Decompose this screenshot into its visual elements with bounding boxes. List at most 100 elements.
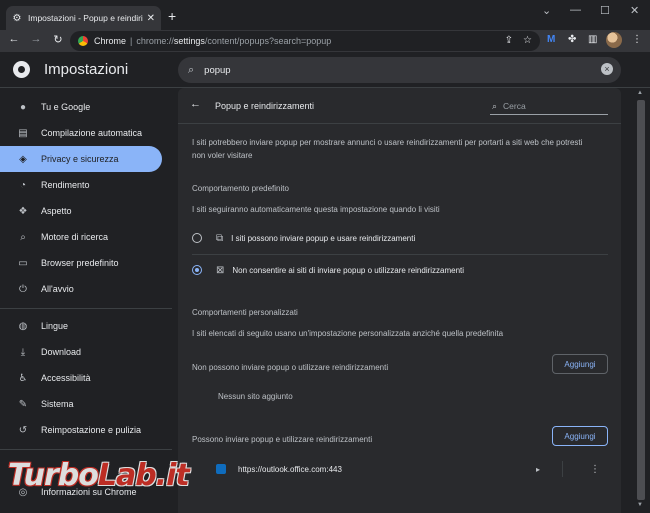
page-scrollbar[interactable]: ▲ ▼ [634,88,648,513]
bookmark-star-icon[interactable]: ☆ [523,35,532,46]
toolbar: ← → ↻ Chrome | chrome://settings/content… [0,30,650,52]
speedometer-icon: ◔ [19,179,27,191]
forward-icon[interactable]: → [28,33,44,45]
sidebar-item-privacy[interactable]: ◈ Privacy e sicurezza [0,146,162,172]
person-icon: ● [19,101,27,113]
sidebar-item-download[interactable]: ⤓ Download [0,339,162,365]
clear-search-icon[interactable]: × [601,63,613,75]
popup-settings-card: ← Popup e reindirizzamenti ⌕ Cerca I sit… [178,88,621,513]
omnibox-host: Chrome [94,36,127,46]
option-allow-label: I siti possono inviare popup e usare rei… [231,233,416,243]
sidebar-item-label: Aspetto [41,206,72,216]
chrome-icon [78,36,88,46]
default-behavior-heading: Comportamento predefinito [192,184,289,193]
open-in-new-icon: ⧉ [216,232,224,244]
custom-behavior-heading: Comportamenti personalizzati [192,308,298,317]
sidebar-item-browser-predefinito[interactable]: ▭ Browser predefinito [0,250,162,276]
sidebar-item-avvio[interactable]: ⏻ All'avvio [0,276,162,302]
sidebar-item-label: Sistema [41,399,74,409]
reload-icon[interactable]: ↻ [50,33,66,46]
avatar[interactable] [606,32,622,48]
side-panel-icon[interactable]: ▥ [588,34,597,45]
sidebar-item-label: Reimpostazione e pulizia [41,425,142,435]
gear-icon: ⚙ [12,12,22,24]
sidebar-item-label: Download [41,347,82,357]
menu-icon[interactable]: ⋮ [632,34,642,45]
wrench-icon: ✎ [18,398,28,410]
sidebar-item-aspetto[interactable]: ❖ Aspetto [0,198,162,224]
globe-icon: ◍ [18,320,28,332]
sidebar-item-label: Lingue [41,321,69,331]
sidebar-item-accessibilita[interactable]: ♿ Accessibilità [0,365,162,391]
scroll-up-icon[interactable]: ▲ [637,90,643,96]
chevron-right-icon[interactable]: ▸ [536,465,540,474]
sidebar: ● Tu e Google ▤ Compilazione automatica ◈ P… [0,88,172,513]
minimize-icon[interactable]: — [570,4,581,16]
omnibox-separator: | [130,36,133,46]
allowed-sites-label: Possono inviare popup e utilizzare reind… [192,435,373,444]
add-allowed-site-button[interactable]: Aggiungi [552,426,608,446]
share-icon[interactable]: ⇪ [505,35,513,46]
title-bar: ⚙ Impostazioni - Popup e reindirizzament… [0,0,650,30]
chrome-logo-icon [13,61,30,78]
blocked-empty-text: Nessun sito aggiunto [218,392,293,401]
add-blocked-site-button[interactable]: Aggiungi [552,354,608,374]
custom-behavior-desc: I siti elencati di seguito usano un'impo… [192,329,504,338]
sidebar-item-rendimento[interactable]: ◔ Rendimento [0,172,162,198]
maximize-icon[interactable]: ☐ [600,4,610,17]
sidebar-item-motore-ricerca[interactable]: ⌕ Motore di ricerca [0,224,162,250]
scroll-down-icon[interactable]: ▼ [637,502,643,508]
sidebar-item-label: Accessibilità [41,373,91,383]
reset-icon: ↺ [18,424,28,436]
tab-search-icon[interactable]: ⌄ [542,4,551,17]
back-icon[interactable]: ← [6,33,22,45]
palette-icon: ❖ [18,205,28,217]
tab-close-icon[interactable]: ✕ [147,13,155,24]
extension-m-icon[interactable]: M [547,34,555,45]
sidebar-item-tu-e-google[interactable]: ● Tu e Google [0,94,162,120]
radio-allow[interactable] [192,233,202,243]
sidebar-item-compilazione[interactable]: ▤ Compilazione automatica [0,120,162,146]
sidebar-item-label: Compilazione automatica [41,128,143,138]
sidebar-item-label: Privacy e sicurezza [41,154,119,164]
search-input[interactable]: popup [204,65,230,76]
radio-block[interactable] [192,265,202,275]
sidebar-item-sistema[interactable]: ✎ Sistema [0,391,162,417]
page-title: Impostazioni [44,61,129,78]
intro-line: I siti potrebbero inviare popup per most… [192,138,583,147]
clipboard-icon: ▤ [18,127,28,139]
sidebar-item-label: Rendimento [41,180,90,190]
watermark-part2: Lab.it [97,458,190,493]
close-window-icon[interactable]: ✕ [630,4,639,17]
option-block-popups[interactable]: ⊠ Non consentire ai siti di inviare popu… [192,255,608,285]
outlook-icon [216,464,226,474]
new-tab-button[interactable]: + [168,8,176,24]
card-header: ← Popup e reindirizzamenti ⌕ Cerca [178,88,621,124]
omnibox-path-bold: settings [173,36,205,46]
card-search-input[interactable]: ⌕ Cerca [490,98,608,115]
settings-search[interactable]: ⌕ popup × [178,57,621,83]
sidebar-item-label: Motore di ricerca [41,232,109,242]
omnibox-url: chrome://settings/content/popups?search=… [136,36,331,46]
tab-title: Impostazioni - Popup e reindirizzamenti [28,13,143,23]
sidebar-item-label: All'avvio [41,284,74,294]
back-arrow-icon[interactable]: ← [190,98,201,110]
turbolab-watermark: TurboLab.it [8,458,190,493]
browser-icon: ▭ [18,257,28,269]
card-title: Popup e reindirizzamenti [215,101,315,111]
sidebar-item-label: Browser predefinito [41,258,119,268]
scrollbar-thumb[interactable] [637,100,645,500]
option-allow-popups[interactable]: ⧉ I siti possono inviare popup e usare r… [192,223,608,253]
row-separator [562,461,563,477]
shield-icon: ◈ [19,153,27,165]
search-icon: ⌕ [188,63,195,76]
address-bar[interactable]: Chrome | chrome://settings/content/popup… [70,31,540,51]
sidebar-item-lingue[interactable]: ◍ Lingue [0,313,162,339]
default-behavior-desc: I siti seguiranno automaticamente questa… [192,205,440,214]
search-placeholder: Cerca [503,101,526,111]
more-actions-icon[interactable]: ⋮ [590,464,600,475]
sidebar-item-reimpostazione[interactable]: ↺ Reimpostazione e pulizia [0,417,162,443]
allowed-site-row[interactable]: https://outlook.office.com:443 ▸ ⋮ [192,457,608,481]
tab-settings[interactable]: ⚙ Impostazioni - Popup e reindirizzament… [6,6,161,30]
extensions-puzzle-icon[interactable]: ✤ [568,34,576,45]
